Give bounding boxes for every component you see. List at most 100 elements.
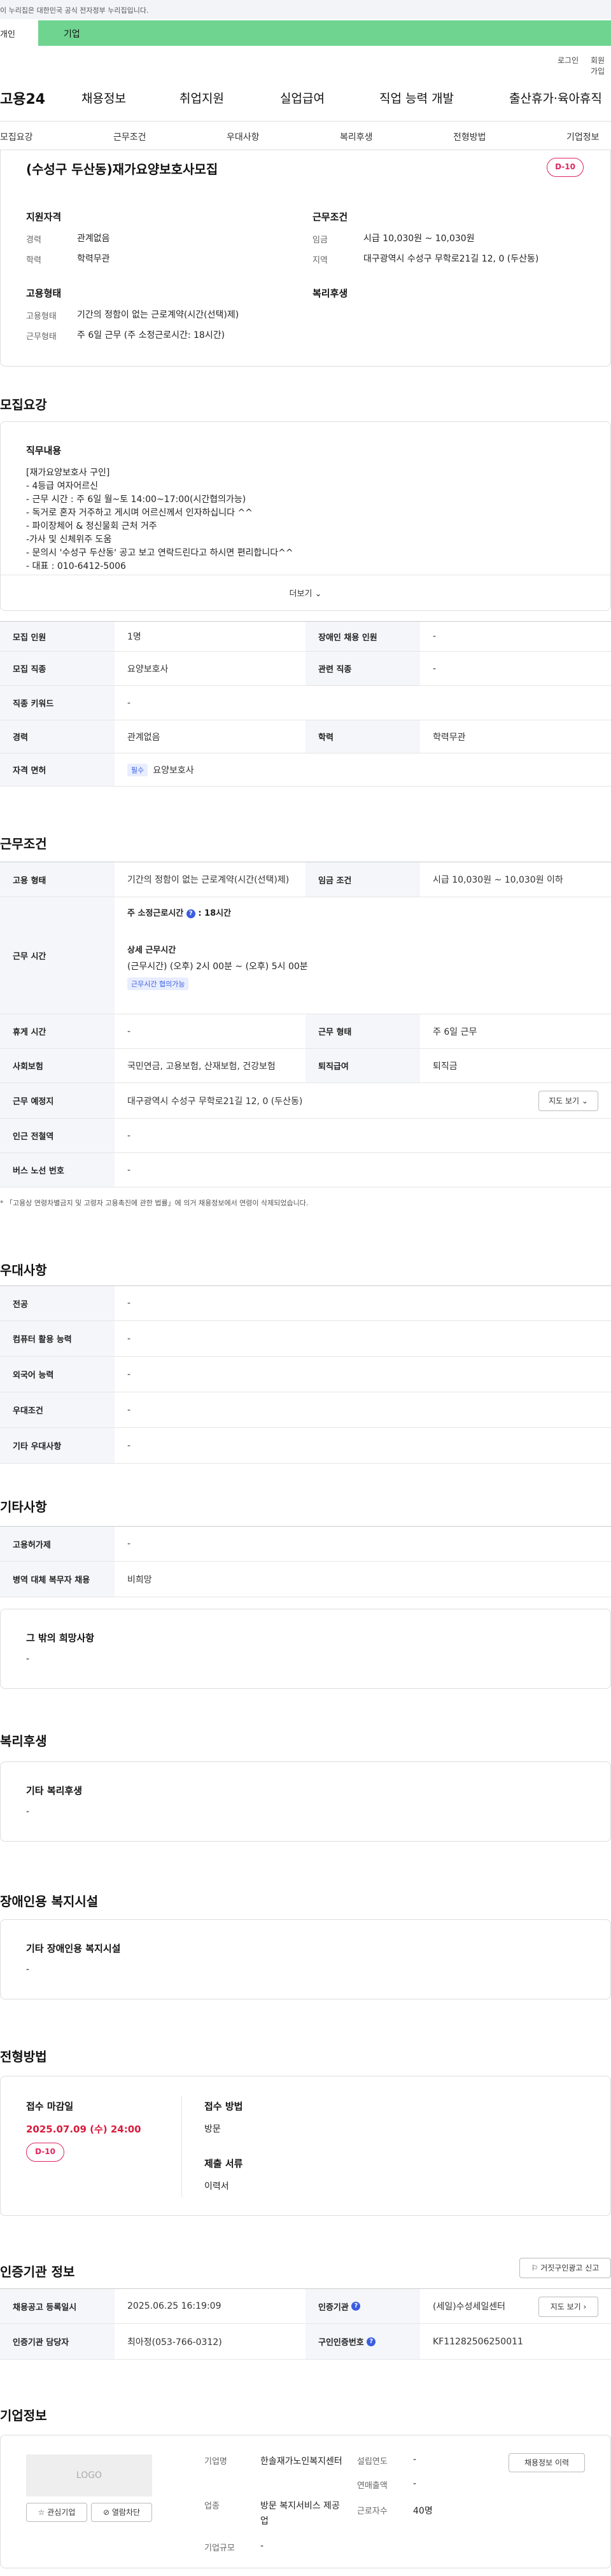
- table-row: 사회보험 국민연금, 고용보험, 산재보험, 건강보험 퇴직급여 퇴직금: [0, 1049, 611, 1083]
- dday-badge: D-10: [547, 158, 584, 177]
- login-link[interactable]: 로그인: [558, 55, 579, 66]
- map-button[interactable]: 지도 보기 ›: [538, 2297, 598, 2317]
- subnav-process[interactable]: 전형방법: [453, 130, 486, 143]
- company-sales-v: -: [413, 2479, 417, 2489]
- tab-company[interactable]: 기업: [64, 20, 80, 40]
- work-bus-l: 버스 노선 번호: [0, 1153, 115, 1187]
- info-icon[interactable]: ?: [367, 2337, 376, 2346]
- top-tabs-personal: 개인: [0, 30, 15, 39]
- emptype-label: 고용형태: [26, 312, 57, 321]
- pref-rows-2-v: -: [127, 1369, 131, 1380]
- gnb-item-training[interactable]: 직업 능력 개발: [379, 89, 454, 106]
- tab-personal[interactable]: 개인: [0, 20, 38, 46]
- welfare-title: 복리후생: [313, 288, 348, 299]
- recruit-more: 더보기: [289, 589, 313, 599]
- work-form-l: 근무 형태: [306, 1014, 420, 1048]
- section-work-title: 근무조건: [0, 836, 47, 851]
- recruit-disabled-v: -: [433, 631, 437, 641]
- company-name-l: 기업명: [204, 2457, 227, 2467]
- table-row: 휴게 시간 - 근무 형태 주 6일 근무: [0, 1014, 611, 1049]
- gnb-item-unemployment[interactable]: 실업급여: [280, 89, 325, 106]
- etc-military-v: 비희망: [127, 1574, 152, 1585]
- agency-org-l: 인증기관: [318, 2302, 349, 2313]
- process-docs-l: 제출 서류: [204, 2158, 243, 2169]
- recruit-job-l: 모집 직종: [0, 652, 115, 685]
- work-map: 지도 보기: [549, 1096, 580, 1105]
- gnb-item-jobs[interactable]: 채용정보: [81, 89, 126, 106]
- pref-rows-4-v: -: [127, 1440, 131, 1451]
- info-icon[interactable]: ?: [351, 2302, 361, 2311]
- map-button[interactable]: 지도 보기 ⌄: [538, 1091, 598, 1111]
- summary-card: (수성구 두산동)재가요양보호사모집 D-10 지원자격 경력 관계없음 학력 …: [0, 150, 611, 367]
- work-wage-v: 시급 10,030원 ~ 10,030원 이하: [433, 875, 563, 885]
- work-break-v: -: [127, 1026, 131, 1037]
- table-row: 외국어 능력 -: [0, 1357, 611, 1392]
- work-detail-v: (근무시간) (오후) 2시 00분 ~ (오후) 5시 00분: [127, 962, 308, 972]
- work-form-v: 주 6일 근무: [433, 1026, 477, 1037]
- work-place-l: 근무 예정지: [0, 1083, 115, 1118]
- section-facility-title: 장애인용 복지시설: [0, 1894, 99, 1909]
- table-row: 모집 직종 요양보호사 관련 직종 -: [0, 652, 611, 686]
- pref-rows-0-l: 전공: [0, 1286, 115, 1320]
- process-method-v: 방문: [204, 2124, 221, 2134]
- section-subnav: 모집요강 근무조건 우대사항 복리후생 전형방법 기업정보: [0, 121, 611, 150]
- etc-other-card: 그 밖의 희망사항 -: [0, 1609, 611, 1689]
- table-row: 전공 -: [0, 1285, 611, 1321]
- recruit-related-l: 관련 직종: [306, 652, 420, 685]
- site-logo[interactable]: 고용24: [0, 88, 45, 108]
- table-row: 인증기관 담당자 최아정(053-766-0312) 구인인증번호 ? KF1128…: [0, 2324, 611, 2360]
- top-tab-bar: [0, 20, 611, 46]
- table-row: 컴퓨터 활용 능력 -: [0, 1321, 611, 1357]
- favorite-button[interactable]: ☆ 관심기업: [26, 2503, 87, 2522]
- more-button[interactable]: 더보기 ⌄: [1, 575, 610, 610]
- recruit-keyword-v: -: [127, 697, 131, 708]
- recruit-count-l: 모집 인원: [0, 622, 115, 651]
- table-row: 고용허가제 -: [0, 1526, 611, 1562]
- recruit-keyword-l: 직종 키워드: [0, 686, 115, 720]
- agency-reg-v: 2025.06.25 16:19:09: [127, 2301, 221, 2311]
- section-recruit-title: 모집요강: [0, 397, 47, 412]
- career-label: 경력: [26, 235, 41, 245]
- block-button[interactable]: ⊘ 열람차단: [91, 2503, 152, 2522]
- subnav-recruit[interactable]: 모집요강: [0, 130, 33, 143]
- work-place-v: 대구광역시 수성구 무학로21길 12, 0 (두산동): [127, 1096, 303, 1107]
- pref-rows-0-v: -: [127, 1298, 131, 1308]
- job-title: (수성구 두산동)재가요양보호사모집: [26, 162, 218, 177]
- gnb-item-leave[interactable]: 출산휴가·육아휴직: [509, 89, 602, 106]
- welfare-card: 기타 복리후생 -: [0, 1761, 611, 1842]
- cond-title: 근무조건: [313, 211, 348, 223]
- table-row: 인근 전철역 -: [0, 1119, 611, 1153]
- work-detail: 상세 근무시간: [127, 946, 176, 955]
- agency-mgr-l: 인증기관 담당자: [0, 2324, 115, 2359]
- subnav-welfare[interactable]: 복리후생: [340, 130, 373, 143]
- region-label: 지역: [313, 256, 328, 265]
- flag-icon: ⚐: [531, 2264, 538, 2272]
- recruit-edu-l: 학력: [306, 720, 420, 753]
- agency-org-v: (세일)수성세일센터: [433, 2302, 505, 2312]
- history-button[interactable]: 채용정보 이력: [509, 2453, 585, 2472]
- report-button[interactable]: ⚐ 거짓구인광고 신고: [519, 2258, 611, 2278]
- subnav-work[interactable]: 근무조건: [113, 130, 146, 143]
- table-row: 우대조건 -: [0, 1392, 611, 1428]
- info-icon[interactable]: ?: [186, 909, 195, 918]
- region-value: 대구광역시 수성구 무학로21길 12, 0 (두산동): [363, 254, 539, 264]
- join-link[interactable]: 회원가입: [591, 55, 611, 76]
- work-hours-l: 근무 시간: [0, 897, 115, 1014]
- work-weekly-v: : 18시간: [198, 909, 232, 918]
- subnav-company[interactable]: 기업정보: [566, 130, 600, 143]
- subnav-pref[interactable]: 우대사항: [227, 130, 260, 143]
- deadline-value: 2025.07.09 (수) 24:00: [26, 2124, 141, 2135]
- company-size-l: 기업규모: [204, 2544, 235, 2553]
- company-emp-l: 근로자수: [357, 2507, 388, 2516]
- top-tabs-company: 기업: [64, 29, 80, 39]
- process-card: 접수 마감일 2025.07.09 (수) 24:00 D-10 접수 방법 방…: [0, 2076, 611, 2216]
- table-row: 자격 면허 필수 요양보호사: [0, 753, 611, 787]
- gnb-item-employment-support[interactable]: 취업지원: [179, 89, 224, 106]
- chevron-down-icon: ⌄: [314, 589, 322, 599]
- work-emptype-l: 고용 형태: [0, 862, 115, 897]
- star-icon: ☆: [38, 2508, 45, 2517]
- work-note: 「고용상 연령차별금지 및 고령자 고용촉진에 관한 법률」에 의거 채용정보에…: [6, 1199, 309, 1207]
- agency-report: 거짓구인광고 신고: [540, 2264, 600, 2272]
- age-note: * 「고용상 연령차별금지 및 고령자 고용촉진에 관한 법률」에 의거 채용정…: [0, 1199, 309, 1207]
- work-bus-v: -: [127, 1165, 131, 1175]
